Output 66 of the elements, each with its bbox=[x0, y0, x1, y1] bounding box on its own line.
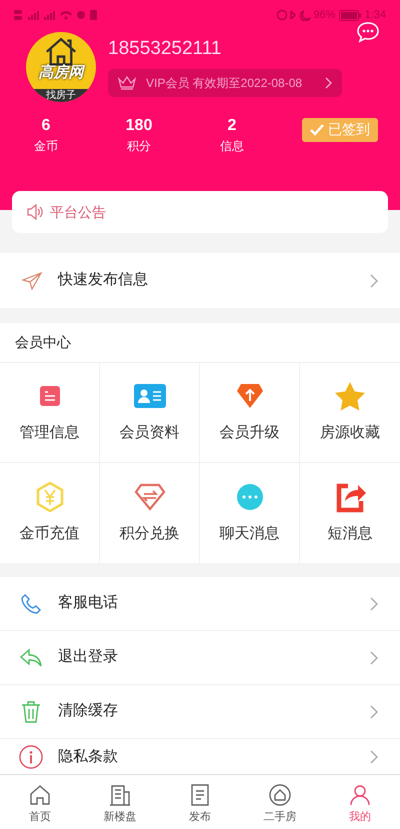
logo-text: 高房网 bbox=[38, 65, 84, 80]
exchange-diamond-icon bbox=[134, 482, 166, 511]
crown-icon bbox=[118, 76, 136, 90]
home-icon bbox=[28, 783, 52, 807]
stat-value: 6 bbox=[42, 116, 50, 136]
avatar[interactable]: 高房网 找房子 bbox=[26, 32, 96, 102]
tab[interactable]: 新楼盘 bbox=[80, 775, 160, 829]
menu-row[interactable]: 退出登录 bbox=[0, 631, 400, 685]
member-menu-item[interactable]: 金币充值 bbox=[0, 463, 100, 563]
star-icon bbox=[334, 381, 366, 412]
phone-number: 18553252111 bbox=[108, 37, 222, 61]
status-icons bbox=[276, 9, 312, 21]
menu-label: 隐私条款 bbox=[58, 746, 119, 767]
tab[interactable]: 首页 bbox=[0, 775, 80, 829]
member-menu-item[interactable]: 会员升级 bbox=[200, 363, 300, 463]
member-menu-item[interactable]: 积分兑换 bbox=[100, 463, 200, 563]
stat-label: 金币 bbox=[34, 138, 58, 155]
chevron-right-icon bbox=[325, 77, 332, 89]
member-menu-item[interactable]: 管理信息 bbox=[0, 363, 100, 463]
stat-label: 积分 bbox=[127, 138, 151, 155]
chevron-right-icon bbox=[370, 750, 378, 764]
menu-label: 客服电话 bbox=[58, 593, 119, 614]
document-icon bbox=[38, 385, 60, 408]
info-icon bbox=[19, 745, 43, 769]
reply-arrow-icon bbox=[19, 648, 43, 668]
chat-bubble-icon[interactable] bbox=[356, 21, 380, 43]
member-menu-item[interactable]: 会员资料 bbox=[100, 363, 200, 463]
chevron-right-icon bbox=[370, 704, 378, 718]
tab[interactable]: 二手房 bbox=[240, 775, 320, 829]
quick-publish-row[interactable]: 快速发布信息 bbox=[0, 253, 400, 308]
notice-title: 平台公告 bbox=[50, 202, 106, 222]
member-menu-item[interactable]: 短消息 bbox=[300, 463, 400, 563]
chevron-right-icon bbox=[370, 650, 378, 664]
stat-value: 180 bbox=[126, 116, 152, 136]
vip-expiry: VIP会员 有效期至2022-08-08 bbox=[146, 75, 304, 92]
check-icon bbox=[310, 124, 324, 136]
phone-icon bbox=[20, 592, 42, 614]
member-menu-item[interactable]: 房源收藏 bbox=[300, 363, 400, 463]
member-menu-item[interactable]: 聊天消息 bbox=[200, 463, 300, 563]
menu-row[interactable]: 客服电话 bbox=[0, 577, 400, 631]
paper-plane-icon bbox=[22, 272, 42, 290]
menu-label: 清除缓存 bbox=[58, 701, 119, 722]
battery-percent: 96% bbox=[314, 8, 336, 23]
menu-label: 退出登录 bbox=[58, 647, 119, 668]
upgrade-diamond-icon bbox=[236, 383, 264, 410]
section-title: 会员中心 bbox=[15, 333, 71, 352]
stat-label: 信息 bbox=[220, 138, 244, 155]
clock-time: 1:34 bbox=[364, 8, 386, 23]
menu-row[interactable]: 清除缓存 bbox=[0, 685, 400, 739]
notice-card[interactable]: 平台公告 bbox=[12, 191, 388, 233]
yen-coin-icon bbox=[36, 482, 64, 512]
menu-row[interactable]: 隐私条款 bbox=[0, 739, 400, 775]
chat-dots-icon bbox=[236, 482, 264, 511]
house-circle-icon bbox=[268, 783, 292, 807]
battery-icon bbox=[338, 10, 361, 20]
speaker-icon bbox=[26, 204, 44, 220]
user-icon bbox=[348, 783, 372, 807]
quick-publish-label: 快速发布信息 bbox=[58, 270, 149, 290]
id-card-icon bbox=[134, 384, 166, 408]
tab[interactable]: 发布 bbox=[160, 775, 240, 829]
stat-value: 2 bbox=[228, 116, 236, 136]
building-icon bbox=[108, 783, 132, 807]
tab[interactable]: 我的 bbox=[320, 775, 400, 829]
chevron-right-icon bbox=[370, 274, 378, 288]
chevron-right-icon bbox=[370, 596, 378, 610]
trash-icon bbox=[21, 700, 41, 724]
